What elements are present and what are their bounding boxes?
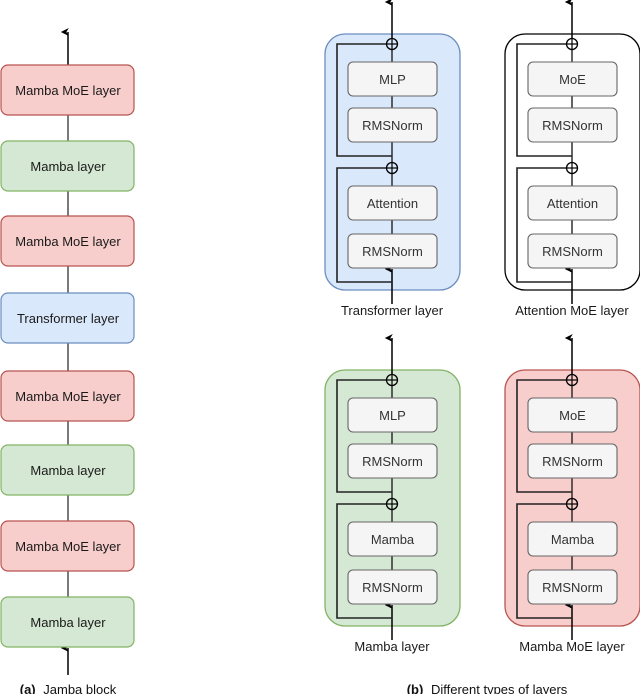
jamba-architecture-diagram: Mamba MoE layer Mamba layer Mamba MoE laye… <box>0 0 640 694</box>
layer-type-transformer: MLP RMSNorm Attention RMSNorm Transformer la… <box>324 0 461 318</box>
block-rmsnorm: RMSNorm <box>527 443 618 479</box>
layer-label: Mamba MoE layer <box>15 234 121 249</box>
layer-type-attention-moe: MoE RMSNorm Attention RMSNorm Attention MoE … <box>504 0 640 318</box>
block-label: RMSNorm <box>362 118 423 133</box>
layer-label: Mamba layer <box>30 463 106 478</box>
panel-b-caption-text: Different types of layers <box>431 682 568 694</box>
block-label: RMSNorm <box>362 244 423 259</box>
jamba-layer-mamba: Mamba layer <box>0 140 135 192</box>
residual-add-icon <box>385 161 399 175</box>
block-label: MoE <box>559 72 586 87</box>
block-mlp: MLP <box>347 397 438 433</box>
layer-label: Mamba MoE layer <box>15 83 121 98</box>
block-rmsnorm: RMSNorm <box>347 233 438 269</box>
jamba-layer-mamba-moe: Mamba MoE layer <box>0 370 135 422</box>
residual-add-icon <box>385 373 399 387</box>
residual-add-icon <box>565 37 579 51</box>
block-rmsnorm: RMSNorm <box>527 569 618 605</box>
block-rmsnorm: RMSNorm <box>527 107 618 143</box>
residual-add-icon <box>385 497 399 511</box>
layer-label: Mamba layer <box>30 159 106 174</box>
block-mlp: MLP <box>347 61 438 97</box>
block-label: Attention <box>547 196 598 211</box>
jamba-layer-mamba: Mamba layer <box>0 596 135 648</box>
layer-types-panel: MLP RMSNorm Attention RMSNorm Transformer la… <box>324 0 640 654</box>
block-moe: MoE <box>527 397 618 433</box>
jamba-layer-mamba: Mamba layer <box>0 444 135 496</box>
layer-type-title: Attention MoE layer <box>515 303 629 318</box>
block-attention: Attention <box>347 185 438 221</box>
block-label: RMSNorm <box>362 580 423 595</box>
block-label: RMSNorm <box>362 454 423 469</box>
panel-b-caption-prefix: (b) <box>407 682 424 694</box>
block-label: RMSNorm <box>542 244 603 259</box>
residual-add-icon <box>565 497 579 511</box>
block-label: MLP <box>379 72 406 87</box>
block-rmsnorm: RMSNorm <box>527 233 618 269</box>
block-moe: MoE <box>527 61 618 97</box>
block-rmsnorm: RMSNorm <box>347 443 438 479</box>
block-label: Mamba <box>371 532 415 547</box>
block-label: MoE <box>559 408 586 423</box>
jamba-block-panel: Mamba MoE layer Mamba layer Mamba MoE laye… <box>0 28 135 675</box>
jamba-layer-mamba-moe: Mamba MoE layer <box>0 64 135 116</box>
jamba-layer-transformer: Transformer layer <box>0 292 135 344</box>
block-rmsnorm: RMSNorm <box>347 569 438 605</box>
jamba-layer-mamba-moe: Mamba MoE layer <box>0 215 135 267</box>
panel-a-caption-text: Jamba block <box>43 682 116 694</box>
block-rmsnorm: RMSNorm <box>347 107 438 143</box>
layer-type-title: Transformer layer <box>341 303 444 318</box>
panel-a-caption-prefix: (a) <box>20 682 36 694</box>
block-mamba: Mamba <box>347 521 438 557</box>
panel-b-caption: (b) Different types of layers <box>407 682 568 694</box>
layer-label: Mamba MoE layer <box>15 539 121 554</box>
block-label: Attention <box>367 196 418 211</box>
layer-type-mamba: MLP RMSNorm Mamba RMSNorm Mamba layer <box>324 334 461 654</box>
residual-add-icon <box>565 161 579 175</box>
layer-label: Transformer layer <box>17 311 120 326</box>
panel-a-caption: (a) Jamba block <box>20 682 117 694</box>
block-attention: Attention <box>527 185 618 221</box>
layer-label: Mamba MoE layer <box>15 389 121 404</box>
layer-type-title: Mamba MoE layer <box>519 639 625 654</box>
residual-add-icon <box>385 37 399 51</box>
layer-type-mamba-moe: MoE RMSNorm Mamba RMSNorm Mamba MoE layer <box>504 334 640 654</box>
layer-label: Mamba layer <box>30 615 106 630</box>
block-label: MLP <box>379 408 406 423</box>
block-label: RMSNorm <box>542 454 603 469</box>
layer-type-title: Mamba layer <box>354 639 430 654</box>
jamba-layer-mamba-moe: Mamba MoE layer <box>0 520 135 572</box>
residual-add-icon <box>565 373 579 387</box>
block-label: RMSNorm <box>542 118 603 133</box>
block-label: RMSNorm <box>542 580 603 595</box>
block-mamba: Mamba <box>527 521 618 557</box>
block-label: Mamba <box>551 532 595 547</box>
